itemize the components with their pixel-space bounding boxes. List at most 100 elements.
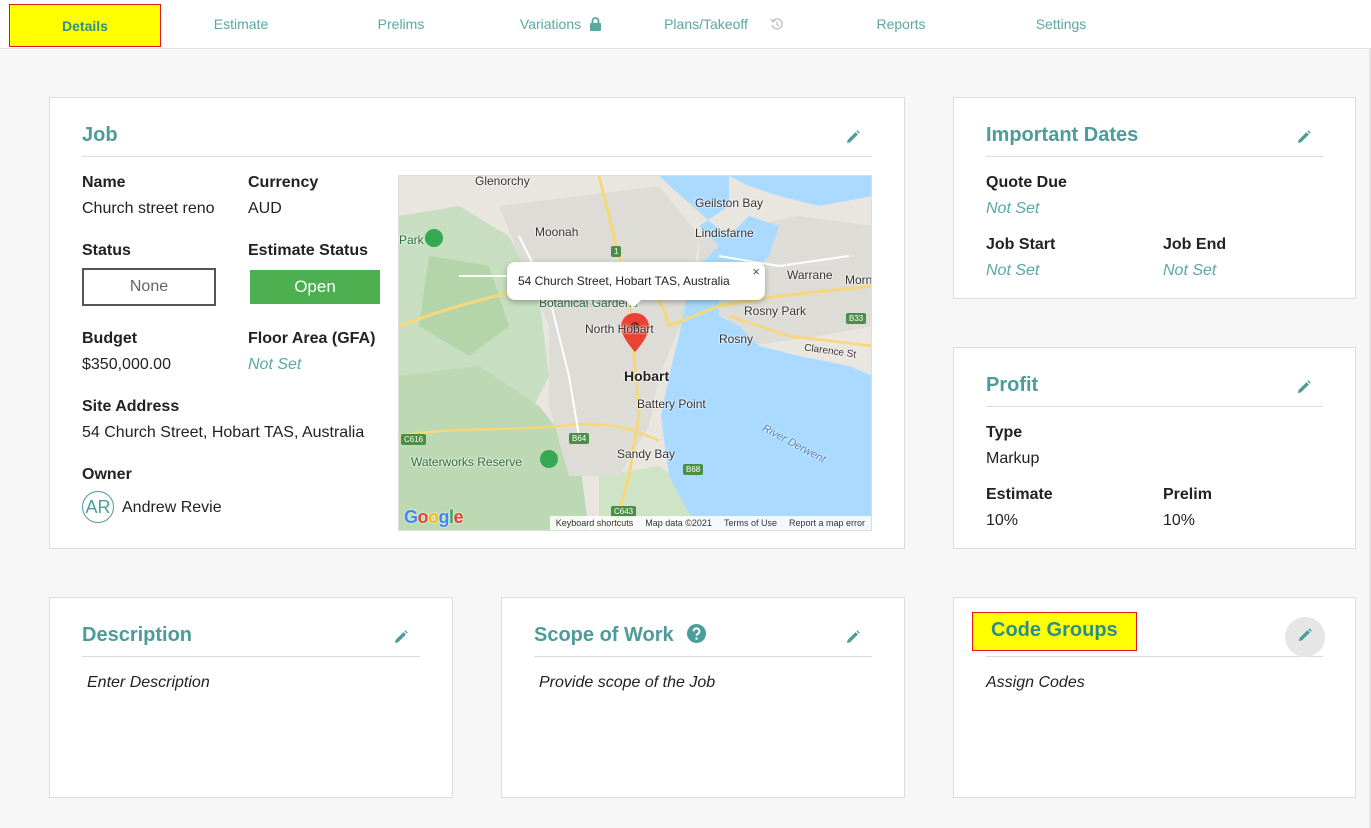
logo-letter: o <box>428 507 439 527</box>
tab-reports[interactable]: Reports <box>836 0 966 48</box>
card-header: Description <box>82 620 420 657</box>
map-label: Battery Point <box>637 397 706 411</box>
keyboard-shortcuts-link[interactable]: Keyboard shortcuts <box>556 518 634 528</box>
code-groups-placeholder[interactable]: Assign Codes <box>986 674 1085 692</box>
edit-code-groups-button[interactable] <box>1285 617 1325 657</box>
owner-label: Owner <box>82 466 132 483</box>
card-title: Important Dates <box>986 124 1139 146</box>
road-shield: 1 <box>611 246 622 257</box>
tab-label: Estimate <box>213 16 269 32</box>
estimate-status-button[interactable]: Open <box>250 270 380 304</box>
pencil-icon <box>1297 379 1311 399</box>
site-address-label: Site Address <box>82 398 180 415</box>
map-label: North Hobart <box>585 322 654 336</box>
map-footer: Keyboard shortcuts Map data ©2021 Terms … <box>549 516 871 530</box>
close-icon[interactable]: × <box>752 264 760 279</box>
avatar: AR <box>82 491 114 523</box>
pencil-icon <box>1297 129 1311 149</box>
tab-plans-takeoff[interactable]: Plans/Takeoff <box>656 0 792 48</box>
card-header: Code Groups <box>972 612 1325 657</box>
map-info-popup: 54 Church Street, Hobart TAS, Australia … <box>507 262 765 308</box>
road-shield: B68 <box>683 464 704 475</box>
card-title: Description <box>82 624 193 646</box>
help-icon[interactable] <box>687 624 707 649</box>
map-label: Rosny <box>719 332 754 346</box>
budget-value: $350,000.00 <box>82 356 171 373</box>
map-label: Rosny Park <box>744 304 807 318</box>
pencil-icon <box>1298 627 1312 647</box>
card-title: Profit <box>986 374 1039 396</box>
job-end-label: Job End <box>1163 236 1227 253</box>
tab-estimate[interactable]: Estimate <box>176 0 306 48</box>
status-label: Status <box>82 242 131 259</box>
estimate-label: Estimate <box>986 486 1053 503</box>
map-label: Waterworks Reserve <box>411 455 522 469</box>
map-label: Morn <box>845 273 872 287</box>
edit-description-button[interactable] <box>388 626 414 652</box>
estimate-status-label: Estimate Status <box>248 242 369 259</box>
name-label: Name <box>82 174 126 191</box>
logo-letter: o <box>417 507 429 527</box>
top-nav: Details Estimate Prelims Variations Plan… <box>0 0 1371 49</box>
location-map[interactable]: Glenorchy Geilston Bay Moonah Lindisfarn… <box>398 175 872 531</box>
tab-prelims[interactable]: Prelims <box>336 0 466 48</box>
map-label: Geilston Bay <box>695 196 764 210</box>
type-label: Type <box>986 424 1023 441</box>
card-title: Scope of Work <box>534 624 707 649</box>
status-select[interactable]: None <box>82 268 216 306</box>
logo-letter: e <box>453 507 464 527</box>
estimate-value: 10% <box>986 512 1019 529</box>
edit-profit-button[interactable] <box>1291 376 1317 402</box>
google-logo: Google <box>404 507 464 528</box>
type-value: Markup <box>986 450 1040 467</box>
currency-label: Currency <box>248 174 319 191</box>
floor-area-value: Not Set <box>248 356 302 373</box>
tab-label: Reports <box>876 16 926 32</box>
tab-label: Variations <box>519 16 582 32</box>
code-groups-card: Code Groups Assign Codes <box>953 597 1356 798</box>
lock-icon <box>589 17 602 31</box>
road-shield: C616 <box>401 434 427 445</box>
road-shield: B33 <box>846 313 867 324</box>
edit-dates-button[interactable] <box>1291 126 1317 152</box>
tab-settings[interactable]: Settings <box>996 0 1126 48</box>
scope-placeholder[interactable]: Provide scope of the Job <box>539 674 715 692</box>
popup-address: 54 Church Street, Hobart TAS, Australia <box>518 274 730 288</box>
tab-label: Details <box>62 17 108 34</box>
map-canvas <box>399 176 871 530</box>
scope-card: Scope of Work Provide scope of the Job <box>501 597 905 798</box>
profit-card: Profit Type Markup Estimate 10% Prelim 1… <box>953 347 1356 549</box>
card-header: Important Dates <box>986 120 1323 157</box>
edit-scope-button[interactable] <box>840 626 866 652</box>
road-shield: B64 <box>569 433 590 444</box>
description-placeholder[interactable]: Enter Description <box>87 674 210 692</box>
tab-variations[interactable]: Variations <box>496 0 626 48</box>
floor-area-label: Floor Area (GFA) <box>248 330 376 347</box>
terms-link[interactable]: Terms of Use <box>724 518 777 528</box>
tab-label: Prelims <box>377 16 425 32</box>
quote-due-label: Quote Due <box>986 174 1067 191</box>
pencil-icon <box>394 629 408 649</box>
popup-tail <box>625 300 641 308</box>
pencil-icon <box>846 129 860 149</box>
pencil-icon <box>846 629 860 649</box>
scope-title-text: Scope of Work <box>534 624 674 646</box>
logo-letter: g <box>438 507 450 527</box>
map-label: Warrane <box>787 268 833 282</box>
report-error-link[interactable]: Report a map error <box>789 518 865 528</box>
job-end-value: Not Set <box>1163 262 1217 279</box>
prelim-value: 10% <box>1163 512 1196 529</box>
tab-details[interactable]: Details <box>9 4 161 47</box>
logo-letter: G <box>404 507 418 527</box>
card-title: Code Groups <box>972 612 1137 651</box>
edit-job-button[interactable] <box>840 126 866 152</box>
budget-label: Budget <box>82 330 138 347</box>
description-card: Description Enter Description <box>49 597 453 798</box>
card-header: Job <box>82 120 872 157</box>
map-label: Lindisfarne <box>695 226 754 240</box>
important-dates-card: Important Dates Quote Due Not Set Job St… <box>953 97 1356 299</box>
history-icon <box>770 17 784 31</box>
map-label: Hobart <box>624 368 670 384</box>
card-header: Scope of Work <box>534 620 872 657</box>
map-label: Moonah <box>535 225 579 239</box>
